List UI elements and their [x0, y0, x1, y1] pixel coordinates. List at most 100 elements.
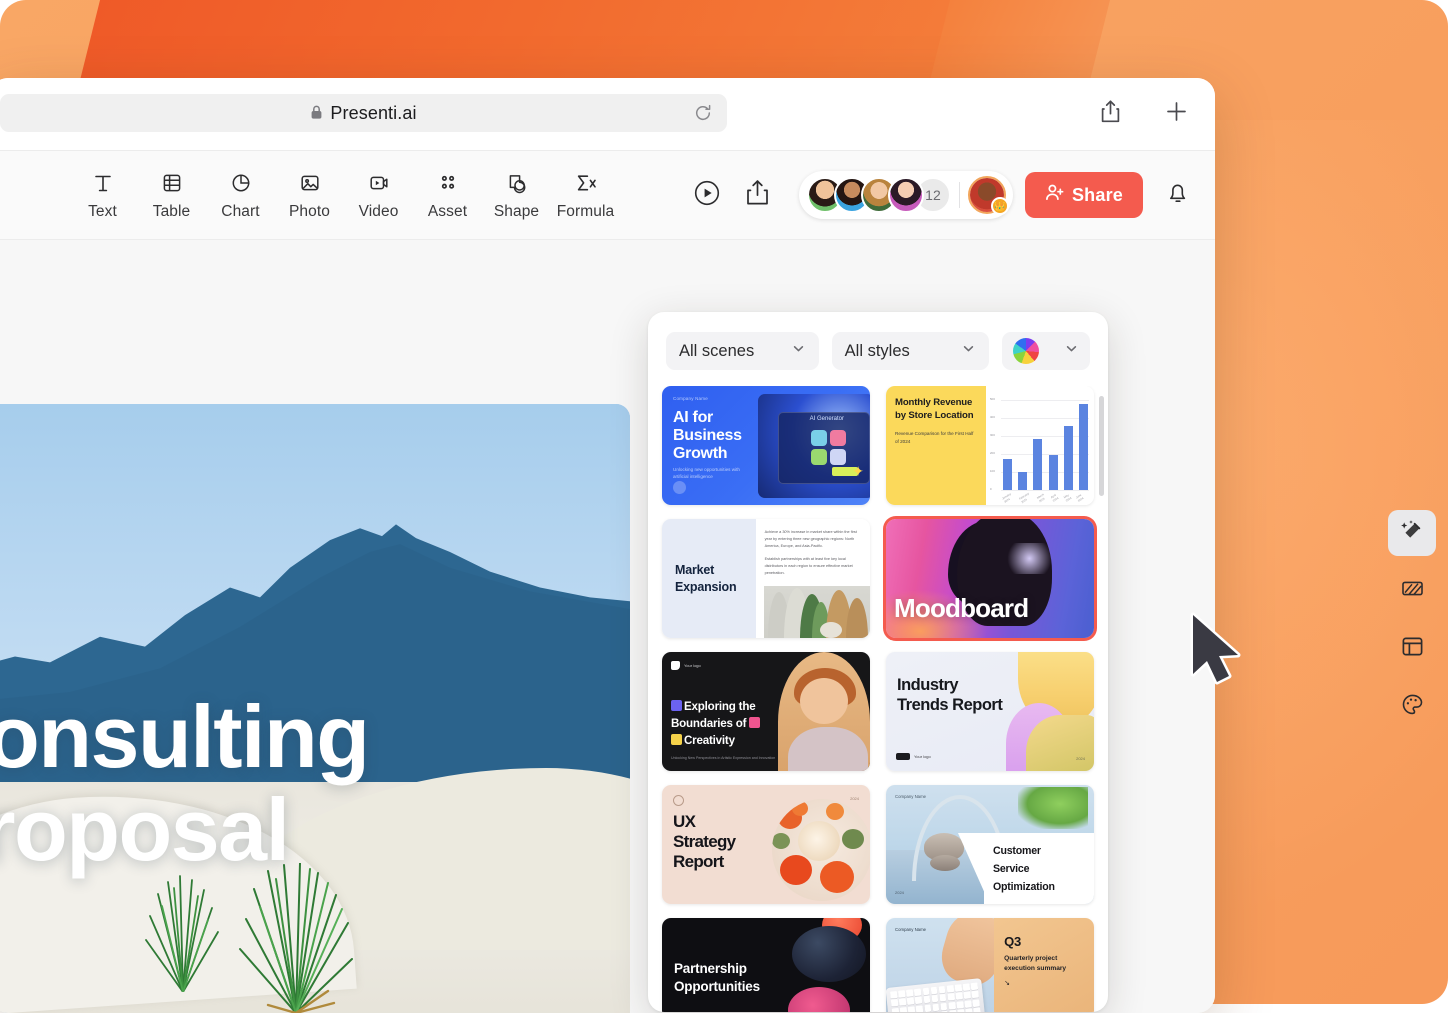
card-text-pane: MarketExpansion	[662, 519, 756, 638]
template-card-monthly-revenue[interactable]: Monthly Revenueby Store Location Revenue…	[886, 386, 1094, 505]
share-button-label: Share	[1072, 185, 1123, 206]
tool-label: Asset	[428, 203, 467, 221]
panel-scrollbar[interactable]	[1099, 396, 1104, 496]
play-circle-icon[interactable]	[692, 178, 722, 213]
template-card-market-expansion[interactable]: MarketExpansion Achieve a 30% increase i…	[662, 519, 870, 638]
card-body-2: Establish partnerships with at least fiv…	[765, 556, 861, 577]
chart-bar	[1064, 426, 1073, 490]
template-card-moodboard[interactable]: Moodboard	[886, 519, 1094, 638]
card-chart-pane: 500 400 300 200 100 0 January 2024Februa…	[986, 386, 1094, 505]
tool-label: Photo	[289, 203, 330, 221]
panel-filter-bar: All scenes All styles	[648, 312, 1108, 386]
logo-mark	[896, 753, 910, 760]
art-icon	[830, 430, 846, 446]
asset-grid-icon	[437, 170, 459, 196]
shape-icon	[506, 170, 528, 196]
formula-sigma-icon	[574, 170, 598, 196]
template-card-industry-trends[interactable]: IndustryTrends Report Your logo 2024	[886, 652, 1094, 771]
flower	[826, 803, 844, 820]
styles-filter-select[interactable]: All styles	[832, 332, 990, 370]
flower	[820, 861, 854, 893]
template-card-ux-strategy[interactable]: 2024 UXStrategyReport	[662, 785, 870, 904]
slide-title-line-1: Consulting	[0, 690, 368, 783]
card-logo-label: Your logo	[684, 663, 701, 668]
flower	[798, 821, 840, 861]
color-wheel-icon	[1013, 338, 1039, 364]
card-art-icons	[811, 430, 846, 465]
scenes-filter-select[interactable]: All scenes	[666, 332, 819, 370]
portrait-face	[800, 678, 848, 724]
arrow-down-right-icon: ↘	[1004, 979, 1084, 987]
chart-ytick: 0	[990, 487, 992, 491]
leaf	[842, 829, 864, 849]
card-logo: Your logo	[896, 753, 931, 760]
rail-button-texture[interactable]	[1388, 568, 1436, 614]
template-card-exploring-creativity[interactable]: Your logo Exploring the Boundaries of Cr…	[662, 652, 870, 771]
browser-chrome: Presenti.ai	[0, 78, 1215, 150]
leaf	[772, 833, 790, 849]
rail-button-layout[interactable]	[1388, 626, 1436, 672]
color-filter-select[interactable]	[1002, 332, 1090, 370]
templates-scroll-area[interactable]: Company Name AI forBusinessGrowth Unlock…	[648, 386, 1108, 1012]
layout-icon	[1400, 634, 1425, 664]
grass-tuft	[140, 874, 226, 992]
title-swatch	[671, 734, 682, 745]
slide-title[interactable]: Consulting Proposal	[0, 690, 368, 877]
rail-button-palette[interactable]	[1388, 684, 1436, 730]
card-foliage	[1018, 787, 1088, 829]
card-year: 2024	[895, 890, 904, 895]
template-card-q3-summary[interactable]: Company Name	[886, 918, 1094, 1012]
lock-icon	[310, 105, 323, 122]
scenes-filter-value: All scenes	[679, 342, 754, 361]
share-button[interactable]: Share	[1025, 172, 1143, 218]
card-subtitle: Unlocking new opportunities with artific…	[673, 466, 751, 481]
card-logo-badge	[673, 795, 684, 806]
tool-label: Text	[88, 203, 117, 221]
tool-label: Table	[153, 203, 191, 221]
rail-button-magic-wand[interactable]	[1388, 510, 1436, 556]
card-artwork: AI Generator ✦	[758, 394, 870, 498]
template-card-ai-for-business-growth[interactable]: Company Name AI forBusinessGrowth Unlock…	[662, 386, 870, 505]
current-user-avatar[interactable]: 👑	[968, 176, 1006, 214]
template-card-customer-service-optimization[interactable]: Company Name 2024 CustomerServiceOptimiz…	[886, 785, 1094, 904]
text-icon	[92, 170, 114, 196]
slide-preview[interactable]: Consulting Proposal	[0, 404, 630, 1013]
template-card-partnership-opportunities[interactable]: PartnershipOpportunities	[662, 918, 870, 1012]
collaborator-avatars[interactable]: 12 👑	[799, 171, 1013, 219]
chart-bar	[1079, 404, 1088, 490]
tool-formula[interactable]: Formula	[551, 170, 620, 221]
reload-icon[interactable]	[693, 103, 713, 123]
tool-video[interactable]: Video	[344, 170, 413, 221]
tool-text[interactable]: Text	[68, 170, 137, 221]
card-title: UXStrategyReport	[673, 812, 735, 872]
tool-asset[interactable]: Asset	[413, 170, 482, 221]
chevron-down-icon	[1064, 341, 1079, 361]
chevron-down-icon	[791, 341, 806, 361]
chart-pie-icon	[230, 170, 252, 196]
tool-table[interactable]: Table	[137, 170, 206, 221]
table-icon	[161, 170, 183, 196]
tool-label: Video	[359, 203, 399, 221]
chart-bar	[1049, 455, 1058, 490]
avatar[interactable]	[888, 177, 924, 213]
bell-icon[interactable]	[1165, 180, 1191, 211]
card-subtitle: Revenue Comparison for the First Half of…	[895, 430, 977, 446]
card-subtitle: Unlocking New Perspectives in Artistic E…	[671, 755, 791, 761]
tool-photo[interactable]: Photo	[275, 170, 344, 221]
chrome-actions	[1099, 99, 1189, 129]
palette-icon	[1400, 692, 1425, 722]
slide-title-line-2: Proposal	[0, 783, 368, 876]
share-upload-icon[interactable]	[1099, 99, 1122, 129]
card-year: 2024	[1076, 756, 1085, 761]
card-logo: Your logo	[671, 661, 701, 670]
card-body-1: Achieve a 30% increase in market share w…	[765, 529, 861, 550]
tool-shape[interactable]: Shape	[482, 170, 551, 221]
plus-icon[interactable]	[1164, 99, 1189, 129]
card-title: IndustryTrends Report	[897, 676, 1002, 716]
card-logo-dot	[673, 481, 686, 494]
address-bar[interactable]: Presenti.ai	[0, 94, 727, 132]
tool-chart[interactable]: Chart	[206, 170, 275, 221]
card-stone-reflection	[930, 855, 960, 871]
styles-filter-value: All styles	[845, 342, 910, 361]
export-upload-icon[interactable]	[744, 178, 771, 212]
